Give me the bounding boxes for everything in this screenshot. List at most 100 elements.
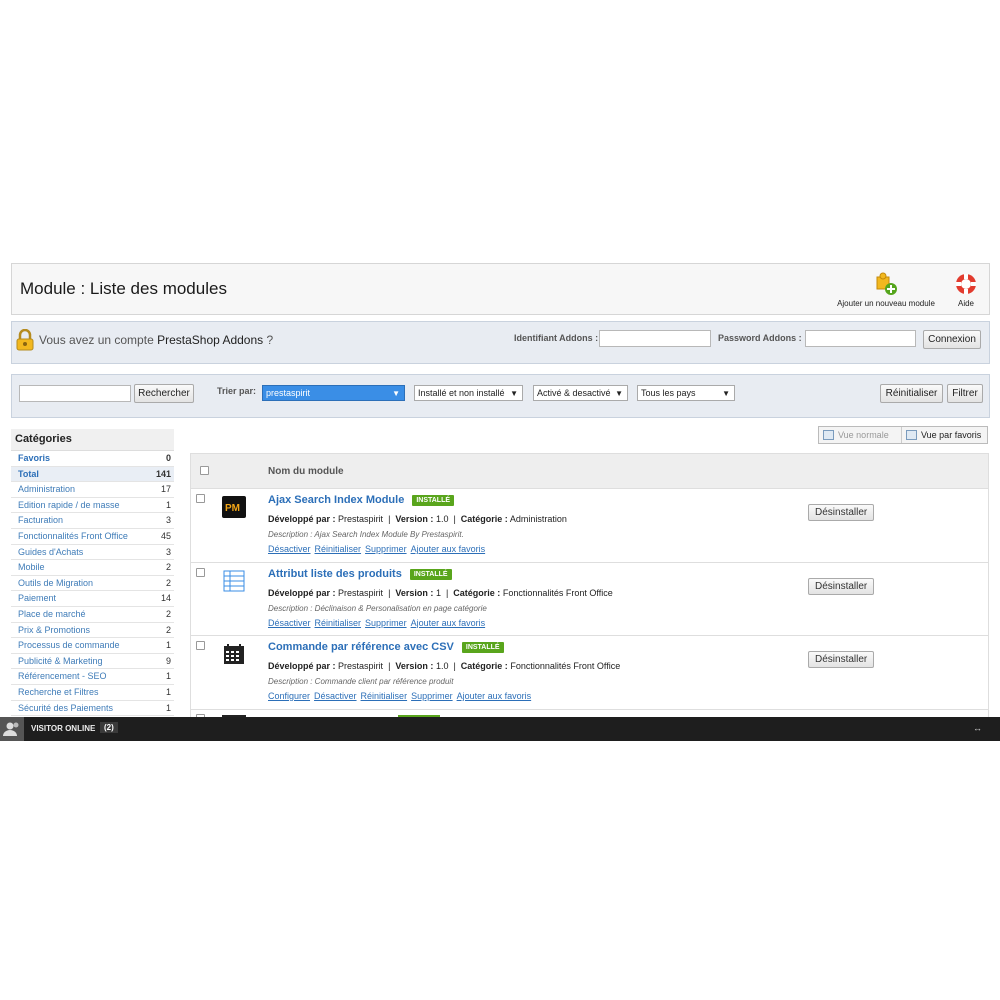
view-toggle: Vue normale Vue par favoris (818, 426, 988, 444)
module-category: Fonctionnalités Front Office (502, 587, 613, 598)
connect-button[interactable]: Connexion (923, 330, 981, 349)
page: Module : Liste des modules Ajouter un no… (0, 0, 1000, 1000)
installed-badge: INSTALLÉ (409, 568, 452, 580)
sort-select-value: prestaspirit (266, 388, 311, 398)
sidebar-item[interactable]: Favoris 0 (11, 451, 174, 467)
module-checkbox[interactable] (196, 641, 205, 650)
sidebar-item[interactable]: Guides d'Achats 3 (11, 545, 174, 561)
install-filter-select[interactable]: Installé et non installé ▼ (414, 385, 523, 401)
module-action-link[interactable]: Supprimer (411, 691, 453, 701)
sidebar-item[interactable]: Recherche et Filtres 1 (11, 685, 174, 701)
sidebar-item-label: Recherche et Filtres (18, 686, 99, 697)
module-action-link[interactable]: Ajouter aux favoris (457, 691, 532, 701)
sidebar-item-count: 141 (155, 468, 171, 479)
module-developer: Prestaspirit (338, 587, 384, 598)
module-developer: Prestaspirit (338, 661, 384, 671)
module-action-link[interactable]: Désactiver (314, 691, 357, 701)
module-action-link[interactable]: Configurer (268, 691, 310, 701)
addons-question-suffix: ? (263, 333, 274, 347)
table-header: Nom du module (191, 454, 988, 489)
sidebar-item-label: Fonctionnalités Front Office (18, 530, 128, 541)
sidebar-item-count: 2 (165, 562, 171, 573)
visitor-count-badge: (2) (100, 722, 118, 733)
sidebar-item-count: 45 (160, 530, 171, 541)
module-name[interactable]: Commande par référence avec CSV (268, 641, 454, 653)
chevron-down-icon: ▼ (510, 389, 518, 398)
sidebar-item-count: 2 (165, 577, 171, 588)
module-action-link[interactable]: Désactiver (268, 618, 311, 628)
categories-sidebar: Catégories Favoris 0 Total 141 Administratio… (11, 429, 174, 717)
uninstall-button[interactable]: Désinstaller (808, 577, 875, 595)
calendar-icon (224, 644, 244, 664)
help-button[interactable]: Aide (946, 272, 986, 308)
uninstall-button[interactable]: Désinstaller (808, 651, 875, 668)
module-action-link[interactable]: Désactiver (268, 544, 311, 554)
search-button[interactable]: Rechercher (134, 384, 194, 403)
module-name[interactable]: Ajax Search Index Module (268, 494, 404, 506)
sidebar-item[interactable]: Fonctionnalités Front Office 45 (11, 529, 174, 545)
column-header-name: Nom du module (268, 466, 344, 477)
module-name[interactable]: Attribut liste des produits (268, 568, 402, 580)
module-name-row: Commande par référence avec CSV INSTALLÉ (268, 641, 504, 653)
add-module-button[interactable]: Ajouter un nouveau module (836, 272, 936, 308)
svg-text:PM: PM (225, 503, 240, 514)
uninstall-button[interactable]: Désinstaller (808, 504, 875, 521)
sidebar-item[interactable]: Prix & Promotions 2 (11, 623, 174, 639)
category-label: Catégorie : (460, 514, 508, 524)
module-action-link[interactable]: Supprimer (365, 544, 407, 554)
sidebar-item[interactable]: Total 141 (11, 466, 174, 483)
addons-brand: PrestaShop Addons (157, 333, 264, 347)
module-checkbox[interactable] (196, 494, 205, 503)
sidebar-item-label: Prix & Promotions (18, 624, 91, 635)
reset-button[interactable]: Réinitialiser (880, 384, 943, 403)
module-action-link[interactable]: Ajouter aux favoris (411, 544, 486, 554)
sidebar-item[interactable]: Sécurité des Paiements 1 (11, 701, 174, 717)
module-action-link[interactable]: Ajouter aux favoris (411, 618, 486, 628)
sidebar-item[interactable]: Administration 17 (11, 482, 174, 498)
module-action-link[interactable]: Réinitialiser (315, 544, 362, 554)
grid-view-icon (906, 430, 917, 440)
module-action-link[interactable]: Réinitialiser (361, 691, 408, 701)
country-filter-value: Tous les pays (641, 388, 696, 398)
sidebar-item-count: 9 (165, 655, 171, 666)
view-normal-button[interactable]: Vue normale (823, 427, 889, 443)
sidebar-item[interactable]: Place de marché 2 (11, 607, 174, 623)
puzzle-add-icon (876, 272, 897, 295)
module-actions: Désactiver Réinitialiser Supprimer Ajouter … (268, 544, 489, 554)
expand-icon[interactable]: ↔ (973, 723, 982, 733)
sidebar-item[interactable]: Outils de Migration 2 (11, 576, 174, 592)
sidebar-item[interactable]: Mobile 2 (11, 560, 174, 576)
select-all-checkbox[interactable] (200, 466, 209, 475)
sidebar-item[interactable]: Processus de commande 1 (11, 638, 174, 654)
sort-select[interactable]: prestaspirit ▼ (262, 385, 405, 401)
users-icon[interactable] (0, 717, 24, 741)
active-filter-select[interactable]: Activé & desactivé ▼ (533, 385, 628, 401)
sidebar-item[interactable]: Paiement 14 (11, 591, 174, 607)
sidebar-item[interactable]: Référencement - SEO 1 (11, 669, 174, 685)
module-meta: Développé par : Prestaspirit | Version :… (268, 661, 621, 671)
category-label: Catégorie : (460, 661, 508, 671)
sidebar-item-label: Favoris (18, 453, 51, 463)
module-meta: Développé par : Prestaspirit | Version :… (268, 514, 567, 524)
sidebar-item[interactable]: Edition rapide / de masse 1 (11, 498, 174, 514)
identifiant-input[interactable] (599, 330, 711, 347)
view-favorites-button[interactable]: Vue par favoris (901, 427, 981, 443)
filter-button[interactable]: Filtrer (947, 384, 983, 403)
visitor-bar: VISITOR ONLINE (2) ↔ (0, 717, 1000, 741)
add-module-label: Ajouter un nouveau module (837, 299, 935, 308)
search-input[interactable] (19, 385, 131, 402)
module-description: Description : Commande client par référe… (268, 677, 454, 686)
sidebar-item-label: Publicité & Marketing (18, 655, 103, 666)
password-label: Password Addons : (718, 333, 802, 343)
module-action-link[interactable]: Réinitialiser (315, 618, 362, 628)
module-checkbox[interactable] (196, 567, 205, 577)
module-action-link[interactable]: Supprimer (365, 618, 407, 628)
sidebar-item[interactable]: Facturation 3 (11, 513, 174, 529)
password-input[interactable] (805, 330, 916, 347)
sidebar-item[interactable]: Publicité & Marketing 9 (11, 654, 174, 670)
table-row: Attribut liste des produits INSTALLÉ Dével… (191, 562, 988, 636)
addons-question-prefix: Vous avez un compte (39, 333, 158, 347)
country-filter-select[interactable]: Tous les pays ▼ (637, 385, 735, 401)
chevron-down-icon: ▼ (722, 389, 730, 398)
developed-label: Développé par : (268, 514, 336, 524)
